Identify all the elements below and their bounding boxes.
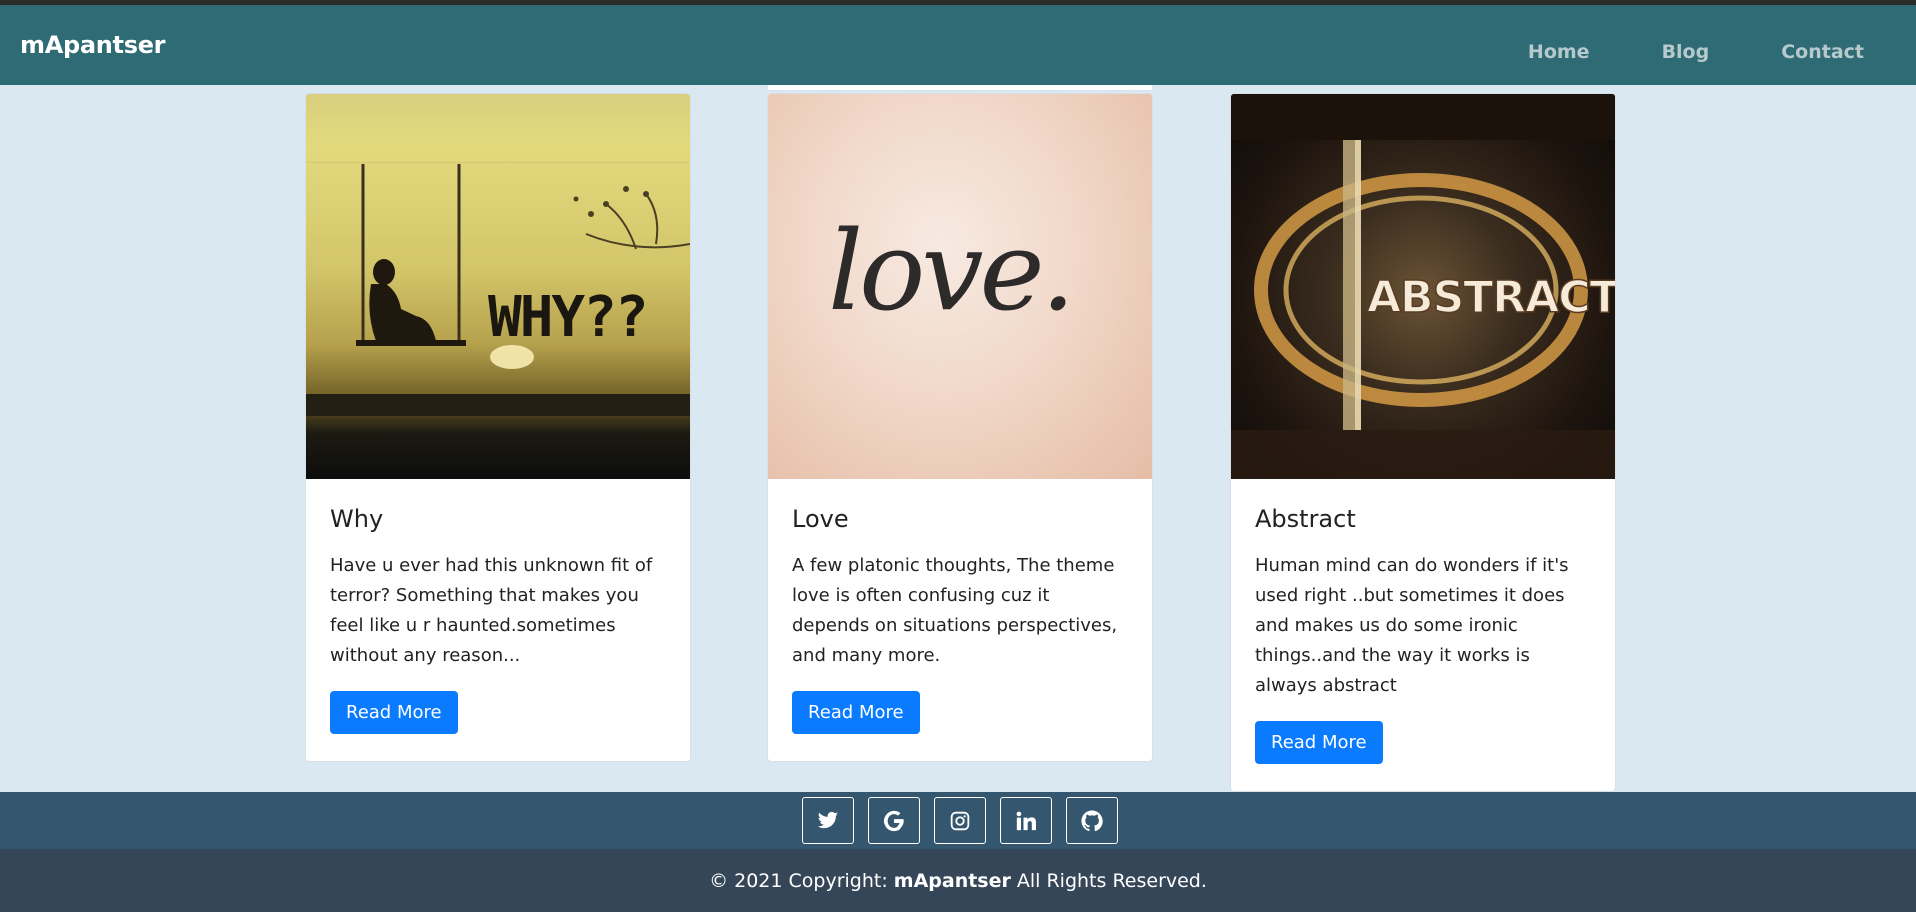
navbar: mApantser Home Blog Contact xyxy=(0,5,1916,85)
post-card-love: love. Love A few platonic thoughts, The … xyxy=(767,93,1153,762)
why-illustration: WHY?? xyxy=(306,162,690,421)
nav-link-blog[interactable]: Blog xyxy=(1662,41,1710,63)
brand-logo[interactable]: mApantser xyxy=(20,31,166,59)
read-more-button-abstract[interactable]: Read More xyxy=(1255,721,1383,764)
twitter-button[interactable] xyxy=(802,797,854,844)
copyright-suffix: All Rights Reserved. xyxy=(1016,869,1207,892)
social-links xyxy=(802,797,1118,844)
post-card-abstract: ABSTRACT Abstract Human mind can do wond… xyxy=(1230,93,1616,792)
card-body-love: Love A few platonic thoughts, The theme … xyxy=(768,479,1152,758)
nav-links: Home Blog Contact xyxy=(1456,41,1864,63)
linkedin-button[interactable] xyxy=(1000,797,1052,844)
card-top-strip xyxy=(767,85,1153,91)
social-footer xyxy=(0,792,1916,849)
instagram-icon xyxy=(950,811,970,830)
card-body-abstract: Abstract Human mind can do wonders if it… xyxy=(1231,479,1615,788)
post-image-love: love. xyxy=(768,94,1152,479)
copyright-prefix: © 2021 Copyright: xyxy=(709,869,888,892)
abstract-illustration: ABSTRACT xyxy=(1231,94,1615,479)
linkedin-icon xyxy=(1016,811,1036,830)
copyright-footer: © 2021 Copyright: mApantser All Rights R… xyxy=(0,849,1916,912)
nav-link-home[interactable]: Home xyxy=(1528,41,1590,63)
card-title-why: Why xyxy=(330,505,384,533)
github-button[interactable] xyxy=(1066,797,1118,844)
google-button[interactable] xyxy=(868,797,920,844)
post-image-abstract: ABSTRACT xyxy=(1231,94,1615,479)
abstract-image-text: ABSTRACT xyxy=(1367,272,1615,323)
post-image-why: WHY?? xyxy=(306,94,690,479)
copyright-brand: mApantser xyxy=(893,869,1011,892)
why-image-text: WHY?? xyxy=(488,285,647,350)
read-more-button-love[interactable]: Read More xyxy=(792,691,920,734)
instagram-button[interactable] xyxy=(934,797,986,844)
github-icon xyxy=(1081,809,1103,831)
card-title-love: Love xyxy=(792,505,849,533)
read-more-button-why[interactable]: Read More xyxy=(330,691,458,734)
card-text-love: A few platonic thoughts, The theme love … xyxy=(792,555,1118,666)
card-text-why: Have u ever had this unknown fit of terr… xyxy=(330,555,653,666)
google-icon xyxy=(883,810,904,831)
card-body-why: Why Have u ever had this unknown fit of … xyxy=(306,479,690,758)
love-image-text: love. xyxy=(828,207,1072,335)
love-illustration: love. xyxy=(828,207,1076,335)
card-text-abstract: Human mind can do wonders if it's used r… xyxy=(1255,555,1569,696)
card-title-abstract: Abstract xyxy=(1255,505,1356,533)
twitter-icon xyxy=(817,811,839,828)
nav-link-contact[interactable]: Contact xyxy=(1781,41,1864,63)
post-card-why: WHY?? Why Have u ever had this unknown f… xyxy=(305,93,691,762)
